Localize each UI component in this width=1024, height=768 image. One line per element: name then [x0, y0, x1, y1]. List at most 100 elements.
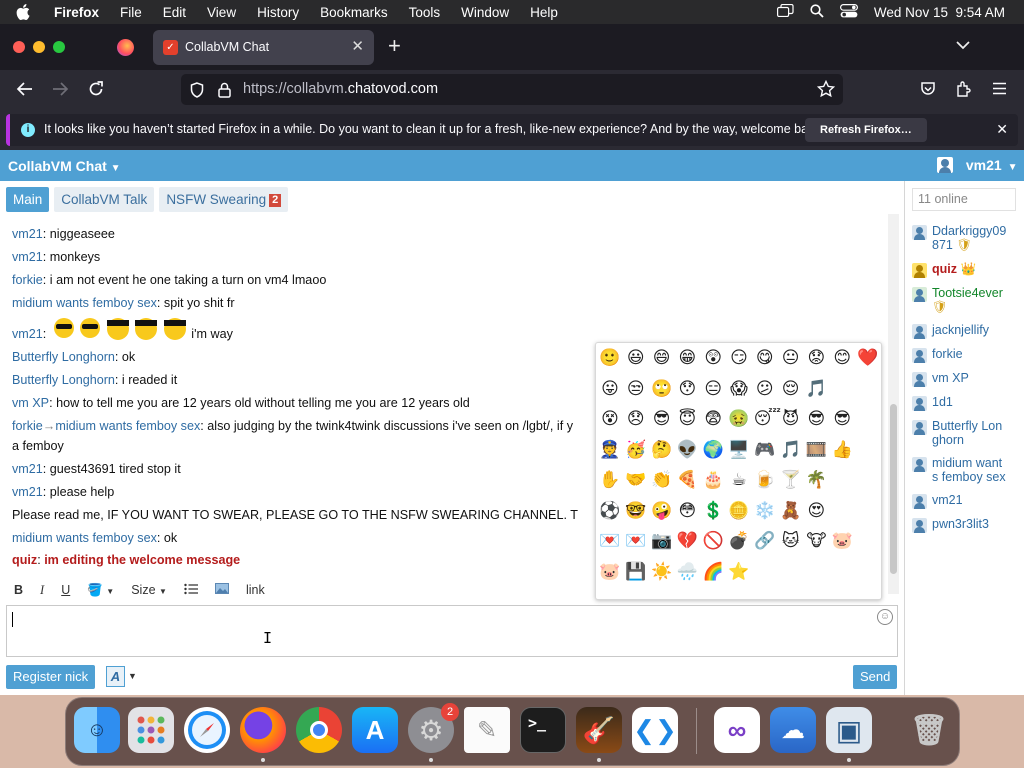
refresh-firefox-button[interactable]: Refresh Firefox… — [805, 118, 927, 142]
emoji-option[interactable]: 💲 — [702, 500, 724, 522]
list-button[interactable] — [184, 583, 198, 598]
emoji-option[interactable]: 😛 — [599, 378, 621, 400]
user-item[interactable]: Ddarkriggy09 871 🛡 — [912, 224, 1024, 253]
emoji-option[interactable]: ☕ — [728, 469, 750, 491]
emoji-option[interactable]: 😳 — [676, 500, 698, 522]
user-item[interactable]: pwn3r3lit3 — [912, 517, 1024, 533]
user-item[interactable]: quiz 👑 — [912, 262, 1024, 278]
menu-history[interactable]: History — [257, 5, 299, 20]
message-nick[interactable]: Butterfly Longhorn — [12, 350, 115, 364]
menu-app-name[interactable]: Firefox — [54, 5, 99, 20]
menu-edit[interactable]: Edit — [163, 5, 186, 20]
emoji-option[interactable]: 💾 — [625, 561, 647, 583]
emoji-option[interactable]: 🎵 — [780, 439, 802, 461]
emoji-option[interactable]: 😁 — [676, 347, 698, 369]
emoji-option[interactable]: 😑 — [702, 378, 724, 400]
firefox-view-icon[interactable] — [117, 39, 134, 56]
garageband-icon[interactable]: 🎸 — [576, 707, 622, 753]
screen-mirroring-icon[interactable] — [776, 3, 794, 20]
emoji-option[interactable]: 🔗 — [754, 530, 776, 552]
emoji-option[interactable]: 😃 — [625, 347, 647, 369]
weather-icon[interactable]: ☁ — [770, 707, 816, 753]
emoji-option[interactable]: 🐷 — [831, 530, 853, 552]
emoji-option[interactable]: 🐷 — [599, 561, 621, 583]
tab-collabvm-talk[interactable]: CollabVM Talk — [54, 187, 155, 212]
message-nick[interactable]: midium wants femboy sex — [12, 531, 157, 545]
message-recipient[interactable]: midium wants femboy sex — [55, 419, 200, 433]
chevron-down-icon[interactable]: ▼ — [128, 671, 137, 681]
emoji-option[interactable]: 😨 — [702, 408, 724, 430]
emoji-option[interactable]: 👍 — [831, 439, 853, 461]
emoji-option[interactable]: 🚫 — [702, 530, 724, 552]
reload-icon[interactable] — [88, 81, 104, 100]
menu-view[interactable]: View — [207, 5, 236, 20]
message-nick[interactable]: Butterfly Longhorn — [12, 373, 115, 387]
menu-tools[interactable]: Tools — [409, 5, 441, 20]
user-item[interactable]: vm XP — [912, 371, 1024, 387]
message-nick[interactable]: vm21 — [12, 250, 43, 264]
message-nick[interactable]: forkie — [12, 419, 43, 433]
emoji-option[interactable]: 😈 — [780, 408, 802, 430]
emoji-option[interactable]: 😎 — [805, 408, 827, 430]
emoji-option[interactable]: 😱 — [728, 378, 750, 400]
new-tab-icon[interactable]: + — [388, 35, 401, 57]
terminal-icon[interactable]: >_ — [520, 707, 566, 753]
lock-icon[interactable] — [218, 82, 231, 102]
menu-file[interactable]: File — [120, 5, 142, 20]
user-item[interactable]: forkie — [912, 347, 1024, 363]
underline-button[interactable]: U — [61, 583, 70, 597]
user-item[interactable]: midium want s femboy sex — [912, 456, 1024, 484]
emoji-option[interactable]: 😄 — [651, 347, 673, 369]
close-notification-icon[interactable]: ✕ — [996, 121, 1008, 138]
emoji-option[interactable]: 👮 — [599, 439, 621, 461]
tracking-protection-shield-icon[interactable] — [190, 82, 204, 102]
menu-help[interactable]: Help — [530, 5, 558, 20]
emoji-option[interactable]: 🍺 — [754, 469, 776, 491]
image-button[interactable] — [214, 583, 229, 597]
message-nick[interactable]: vm21 — [12, 462, 43, 476]
clock[interactable]: Wed Nov 15 9:54 AM — [874, 5, 1005, 20]
emoji-option[interactable]: 🙄 — [651, 378, 673, 400]
color-picker-button[interactable]: 🪣 ▼ — [87, 583, 114, 598]
link-button[interactable]: link — [246, 583, 265, 597]
message-nick[interactable]: vm21 — [12, 485, 43, 499]
back-icon[interactable] — [16, 81, 33, 100]
user-item[interactable]: Tootsie4ever 🛡 — [912, 286, 1024, 315]
scrollbar-thumb[interactable] — [890, 404, 897, 574]
tab-collabvm-chat[interactable]: ✓ CollabVM Chat ✕ — [153, 30, 374, 65]
url-bar[interactable]: https://collabvm.chatovod.com — [181, 74, 843, 105]
emoji-option[interactable]: 🌧️ — [676, 561, 698, 583]
apple-menu-icon[interactable] — [16, 4, 36, 20]
register-nick-button[interactable]: Register nick — [6, 665, 96, 689]
emoji-option[interactable]: 🤝 — [625, 469, 647, 491]
emoji-option[interactable]: 😯 — [676, 378, 698, 400]
emoji-option[interactable]: 🤓 — [625, 500, 647, 522]
font-style-button[interactable]: A — [106, 666, 125, 687]
emoji-option[interactable]: 👽 — [676, 439, 698, 461]
send-button[interactable]: Send — [853, 665, 898, 689]
hamburger-menu-icon[interactable] — [992, 82, 1007, 98]
firefox-icon[interactable] — [240, 707, 286, 753]
message-nick[interactable]: vm XP — [12, 396, 49, 410]
emoji-option[interactable]: 💔 — [676, 530, 698, 552]
user-item[interactable]: jacknjellify — [912, 323, 1024, 339]
emoji-option[interactable]: 😏 — [728, 347, 750, 369]
message-nick[interactable]: midium wants femboy sex — [12, 296, 157, 310]
emoji-option[interactable]: 😲 — [702, 347, 724, 369]
message-nick[interactable]: vm21 — [12, 327, 43, 341]
message-nick[interactable]: vm21 — [12, 227, 43, 241]
emoji-option[interactable]: ⭐ — [728, 561, 750, 583]
emoji-option[interactable]: 🙂 — [599, 347, 621, 369]
message-input[interactable]: ☺ — [6, 605, 898, 657]
emoji-option[interactable]: 📷 — [651, 530, 673, 552]
message-scrollbar[interactable] — [888, 214, 899, 594]
user-menu[interactable]: vm21 ▼ — [937, 157, 1018, 173]
emoji-option[interactable]: 🍸 — [780, 469, 802, 491]
emoji-option[interactable]: 😋 — [754, 347, 776, 369]
textedit-icon[interactable]: ✎ — [464, 707, 510, 753]
minimize-window-icon[interactable] — [33, 41, 45, 53]
emoji-option[interactable]: ❄️ — [754, 500, 776, 522]
emoji-option[interactable]: 😞 — [625, 408, 647, 430]
chat-title-dropdown[interactable]: CollabVM Chat ▼ — [8, 158, 121, 174]
close-window-icon[interactable] — [13, 41, 25, 53]
